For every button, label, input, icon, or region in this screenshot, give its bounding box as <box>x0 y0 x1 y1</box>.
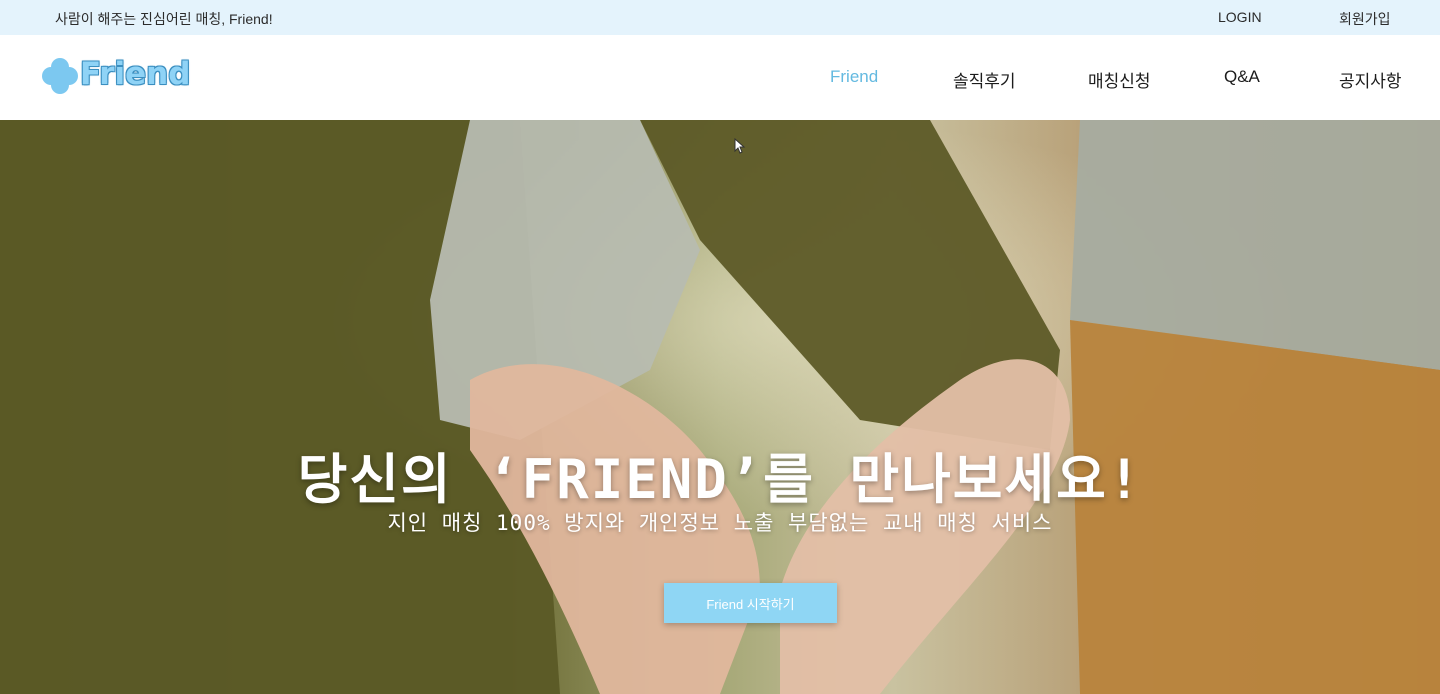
mouse-cursor-icon <box>734 138 746 154</box>
login-link[interactable]: LOGIN <box>1218 9 1262 25</box>
nav-item-notice[interactable]: 공지사항 <box>1339 67 1402 92</box>
nav-item-apply[interactable]: 매칭신청 <box>1088 67 1151 92</box>
nav-item-friend[interactable]: Friend <box>830 67 878 87</box>
nav-item-reviews[interactable]: 솔직후기 <box>953 67 1016 92</box>
tagline: 사람이 해주는 진심어린 매칭, Friend! <box>55 11 273 27</box>
start-friend-button[interactable]: Friend 시작하기 <box>664 583 837 623</box>
logo[interactable]: Friend <box>42 56 190 94</box>
nav-item-qna[interactable]: Q&A <box>1224 67 1260 87</box>
header: Friend Friend 솔직후기 매칭신청 Q&A 공지사항 <box>0 35 1440 120</box>
logo-text: Friend <box>80 56 191 92</box>
hero-section: 당신의 ‘FRIEND’를 만나보세요! 지인 매칭 100% 방지와 개인정보… <box>0 120 1440 694</box>
top-bar: 사람이 해주는 진심어린 매칭, Friend! LOGIN 회원가입 <box>0 0 1440 35</box>
signup-link[interactable]: 회원가입 <box>1339 9 1391 29</box>
clover-icon <box>42 58 78 94</box>
hero-subtitle: 지인 매칭 100% 방지와 개인정보 노출 부담없는 교내 매칭 서비스 <box>387 511 1053 535</box>
hero-title: 당신의 ‘FRIEND’를 만나보세요! <box>297 448 1143 511</box>
